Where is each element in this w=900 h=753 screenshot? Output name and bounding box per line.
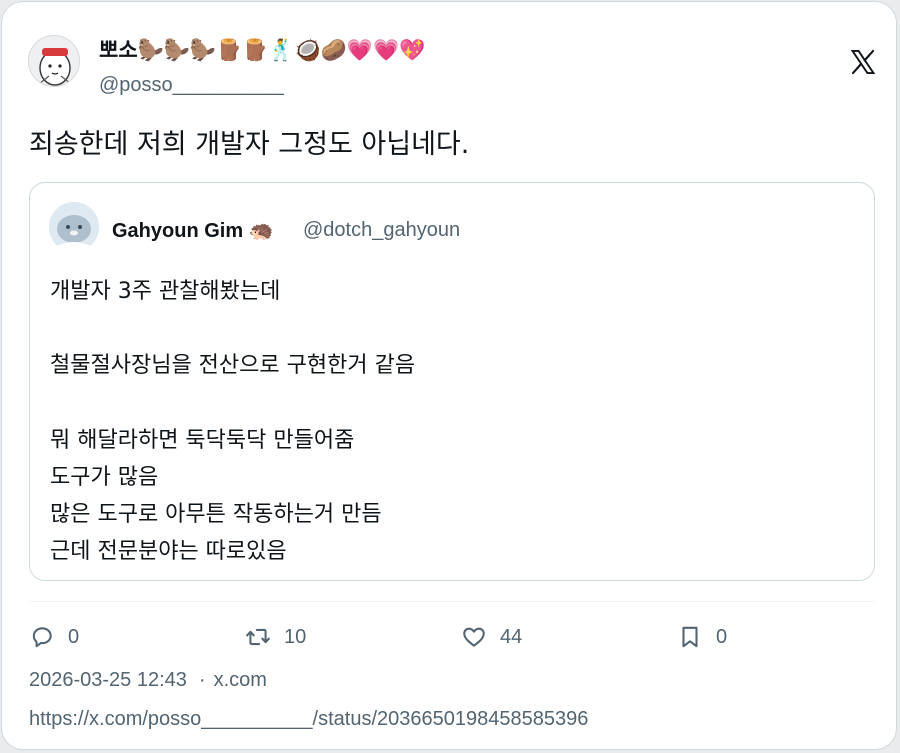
reply-icon <box>32 627 52 648</box>
quoted-text-line: 뭐 해달라하면 둑닥둑닥 만들어줌 <box>50 428 355 453</box>
reply-button[interactable]: 0 <box>29 621 79 653</box>
tweet-text: 죄송한데 저희 개발자 그정도 아닙네다. <box>29 129 470 160</box>
quoted-author-display-name[interactable]: Gahyoun Gim 🦔 <box>112 218 274 243</box>
tweet-meta: 2026-03-25 12:43 · x.com <box>29 669 267 692</box>
meta-separator: · <box>198 669 206 691</box>
bookmark-button[interactable]: 0 <box>677 621 727 653</box>
quoted-avatar-image <box>49 202 99 252</box>
author-avatar[interactable] <box>28 35 80 87</box>
quoted-tweet[interactable]: Gahyoun Gim 🦔 @dotch_gahyoun 개발자 3주 관찰해봤… <box>29 182 875 581</box>
quoted-text-line: 많은 도구로 아무튼 작동하는거 만듬 <box>50 502 382 527</box>
avatar-image <box>29 36 79 86</box>
tweet-card: 뽀소🦫🦫🦫🪵🪵🕺🥥🥔💗💗💖 @posso__________ 죄송한데 저희 개… <box>1 1 897 750</box>
author-display-name[interactable]: 뽀소🦫🦫🦫🪵🪵🕺🥥🥔💗💗💖 <box>99 34 425 64</box>
timestamp[interactable]: 2026-03-25 12:43 <box>29 669 187 691</box>
quoted-text-line: 개발자 3주 관찰해봤는데 <box>50 279 281 304</box>
heart-icon <box>463 627 485 647</box>
divider <box>29 601 875 602</box>
quoted-author-handle[interactable]: @dotch_gahyoun <box>303 219 460 242</box>
status-url[interactable]: https://x.com/posso__________/status/203… <box>29 708 588 731</box>
bookmark-count: 0 <box>716 625 728 648</box>
x-logo-icon[interactable] <box>849 48 877 76</box>
quoted-author-avatar[interactable] <box>49 202 99 252</box>
bookmark-icon <box>682 626 698 648</box>
source-domain[interactable]: x.com <box>214 669 267 691</box>
like-count: 44 <box>500 625 523 648</box>
retweet-button[interactable]: 10 <box>245 621 306 653</box>
quoted-text-line: 철물절사장님을 전산으로 구현한거 같음 <box>50 353 416 378</box>
retweet-icon <box>246 628 270 646</box>
quoted-text-line: 도구가 많음 <box>50 465 159 490</box>
reply-count: 0 <box>68 625 80 648</box>
author-handle[interactable]: @posso__________ <box>99 74 284 97</box>
retweet-count: 10 <box>284 625 307 648</box>
quoted-text-line: 근데 전문분야는 따로있음 <box>50 539 287 564</box>
like-button[interactable]: 44 <box>461 621 522 653</box>
